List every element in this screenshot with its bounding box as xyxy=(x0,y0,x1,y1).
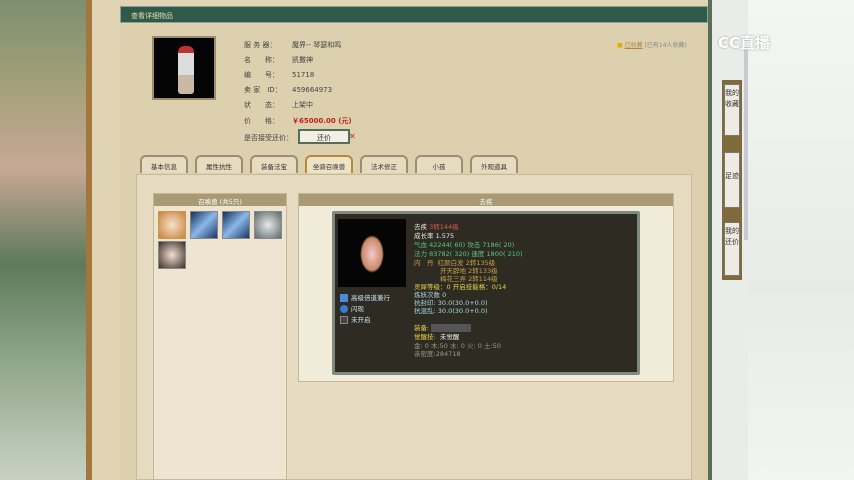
skill-item[interactable]: 高级倍道兼行 xyxy=(340,292,390,302)
empty-skill-icon xyxy=(340,316,348,324)
tab-equipment[interactable]: 装备法宝 xyxy=(250,155,298,173)
character-avatar xyxy=(152,36,216,100)
tab-appearance[interactable]: 外观道具 xyxy=(470,155,518,173)
close-icon: ✕ xyxy=(349,132,356,141)
favorite-link[interactable]: 已收藏 xyxy=(625,42,643,49)
status-row: 状 态： 上架中 xyxy=(244,101,313,109)
pet-thumb[interactable] xyxy=(254,211,282,239)
pet-list: 召唤兽 (共5只) xyxy=(153,193,287,480)
background-art-right xyxy=(748,0,854,480)
tab-child[interactable]: 小孩 xyxy=(415,155,463,173)
window-header: 查看详细物品 xyxy=(120,6,708,23)
pet-thumb[interactable] xyxy=(222,211,250,239)
name-row: 名 称： 凯撒神 xyxy=(244,56,313,64)
skill-item[interactable]: 未开启 xyxy=(340,314,371,324)
pet-list-title: 召唤兽 (共5只) xyxy=(154,194,286,206)
tab-basic-info[interactable]: 基本信息 xyxy=(140,155,188,173)
tab-attributes[interactable]: 属性抗性 xyxy=(195,155,243,173)
background-art-left xyxy=(0,0,86,480)
pet-detail-title: 去疾 xyxy=(299,194,673,206)
pet-thumb[interactable] xyxy=(158,241,186,269)
skill-icon xyxy=(340,294,348,302)
pet-figure xyxy=(360,235,384,273)
counter-label: 是否接受还价： xyxy=(244,134,293,142)
sidebar-item-my-offers[interactable]: 我的还价 xyxy=(724,222,740,276)
counter-offer-button[interactable]: 还价 xyxy=(298,129,350,144)
cc-live-logo: CC直播 xyxy=(718,34,771,52)
sidebar-item-favorites[interactable]: 我的收藏 xyxy=(724,84,740,136)
side-nav: 我的收藏 足迹 我的还价 xyxy=(722,80,742,280)
pet-image xyxy=(338,219,406,287)
price-row: 价 格： ￥65000.00 (元) xyxy=(244,117,352,125)
sidebar-item-history[interactable]: 足迹 xyxy=(724,152,740,208)
favorite-info: ■ 已收藏 (已有14人收藏) xyxy=(617,42,687,49)
tab-spells[interactable]: 法术修正 xyxy=(360,155,408,173)
server-row: 服 务 器： 魔界-- 琴瑟和鸣 xyxy=(244,41,342,49)
pet-thumb[interactable] xyxy=(158,211,186,239)
pet-thumb[interactable] xyxy=(190,211,218,239)
skill-item[interactable]: 闪现 xyxy=(340,303,364,313)
id-row: 编 号： 51718 xyxy=(244,71,315,79)
seller-row: 卖 家 ID： 459664973 xyxy=(244,86,333,94)
scrollbar[interactable] xyxy=(744,40,748,240)
tab-mounts-pets[interactable]: 坐骑召唤兽 xyxy=(305,155,353,173)
skill-icon xyxy=(340,305,348,313)
character-figure xyxy=(178,46,194,94)
